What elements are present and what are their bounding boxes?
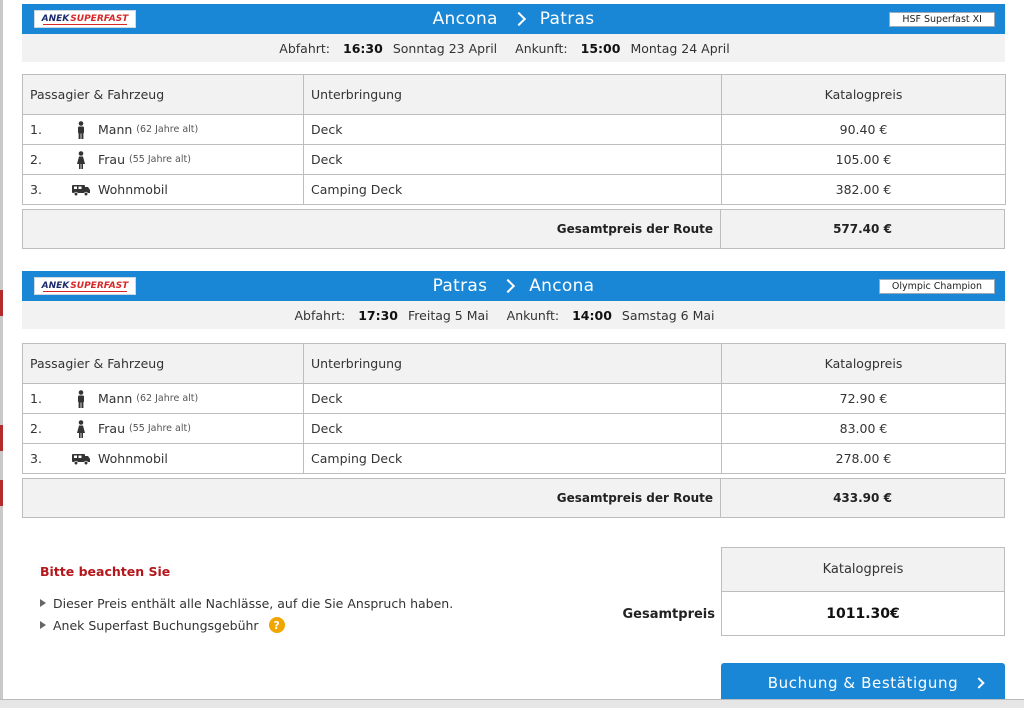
catalog-price: 382.00 €: [721, 174, 1006, 205]
catalog-price: 90.40 €: [721, 114, 1006, 145]
accommodation: Deck: [303, 413, 722, 444]
arrival-time: 15:00: [580, 40, 621, 56]
route-1-total-row: Gesamtpreis der Route 577.40 €: [22, 209, 1005, 249]
route-header: ANEK SUPERFAST Ancona Patras HSF Superfas…: [22, 4, 1005, 34]
passenger-age: (62 Jahre alt): [136, 393, 199, 404]
table-row: 1. Mann (62 Jahre alt) Deck 72.90 €: [22, 383, 1006, 414]
chevron-right-icon: [501, 278, 516, 294]
male-person-icon: [70, 389, 92, 408]
catalog-price: 83.00 €: [721, 413, 1006, 444]
bullet-triangle-icon: [40, 599, 46, 607]
accommodation: Deck: [303, 144, 722, 175]
table-header-row: Passagier & Fahrzeug Unterbringung Katal…: [22, 343, 1006, 384]
route-total-value: 577.40 €: [833, 222, 892, 236]
window-bottom-edge: [0, 699, 1024, 708]
route-total-label: Gesamtpreis der Route: [556, 222, 713, 236]
departure-date: Freitag 5 Mai: [408, 307, 489, 323]
passenger-age: (62 Jahre alt): [136, 124, 199, 135]
route-2-passenger-table: Passagier & Fahrzeug Unterbringung Katal…: [22, 343, 1006, 474]
arrival-time: 14:00: [572, 307, 612, 323]
passenger-age: (55 Jahre alt): [129, 154, 191, 165]
table-row: 2. Frau (55 Jahre alt) Deck 83.00 €: [22, 413, 1006, 444]
route-2-header-block: ANEK SUPERFAST Patras Ancona Olympic Cham…: [22, 271, 1005, 329]
camper-van-icon: [70, 184, 92, 196]
passenger-name: Frau: [98, 421, 126, 436]
column-header: Unterbringung: [303, 343, 722, 384]
help-icon[interactable]: ?: [268, 617, 285, 633]
female-person-icon: [70, 150, 92, 169]
catalog-price: 72.90 €: [721, 383, 1006, 414]
note-item: Anek Superfast Buchungsgebühr ?: [40, 614, 560, 636]
column-header: Passagier & Fahrzeug: [22, 343, 304, 384]
notes-title: Bitte beachten Sie: [40, 564, 171, 579]
ship-name-badge: Olympic Champion: [878, 279, 995, 294]
vehicle-name: Wohnmobil: [98, 451, 168, 466]
camper-van-icon: [70, 453, 92, 465]
notes-section: Bitte beachten Sie Dieser Preis enthält …: [40, 564, 560, 636]
column-header: Passagier & Fahrzeug: [22, 74, 304, 115]
route-destination: Ancona: [529, 276, 595, 296]
passenger-name: Mann: [98, 122, 133, 137]
grand-total-label: Gesamtpreis: [622, 606, 716, 622]
edge-marker: [0, 480, 3, 506]
departure-time: 17:30: [358, 307, 399, 323]
female-person-icon: [70, 419, 92, 438]
table-row: 3. Wohnmobil Camping Deck 278.00 €: [22, 443, 1006, 474]
route-2-total-row: Gesamtpreis der Route 433.90 €: [22, 478, 1005, 518]
chevron-right-icon: [973, 677, 985, 689]
table-row: 2. Frau (55 Jahre alt) Deck 105.00 €: [22, 144, 1006, 175]
arrival-date: Samstag 6 Mai: [621, 307, 715, 323]
table-header-row: Passagier & Fahrzeug Unterbringung Katal…: [22, 74, 1006, 115]
vehicle-name: Wohnmobil: [98, 182, 168, 197]
passenger-age: (55 Jahre alt): [129, 423, 191, 434]
edge-marker: [0, 290, 3, 316]
accommodation: Deck: [303, 114, 722, 145]
grand-total-value: 1011.30€: [826, 605, 900, 622]
ship-name-badge: HSF Superfast XI: [889, 12, 995, 27]
route-destination: Patras: [539, 9, 595, 29]
accommodation: Camping Deck: [303, 443, 722, 474]
departure-date: Sonntag 23 April: [392, 40, 498, 56]
route-origin: Patras: [432, 276, 488, 296]
route-total-label: Gesamtpreis der Route: [556, 491, 713, 505]
route-total-value: 433.90 €: [833, 491, 892, 505]
column-header: Unterbringung: [303, 74, 722, 115]
accommodation: Camping Deck: [303, 174, 722, 205]
grand-total-box: Katalogpreis 1011.30€: [721, 547, 1005, 636]
male-person-icon: [70, 120, 92, 139]
route-1-header-block: ANEK SUPERFAST Ancona Patras HSF Superfas…: [22, 4, 1005, 62]
grand-total-header: Katalogpreis: [722, 548, 1004, 592]
route-origin: Ancona: [432, 9, 498, 29]
table-row: 1. Mann (62 Jahre alt) Deck 90.40 €: [22, 114, 1006, 145]
passenger-name: Frau: [98, 152, 126, 167]
route-1-passenger-table: Passagier & Fahrzeug Unterbringung Katal…: [22, 74, 1006, 205]
note-item: Dieser Preis enthält alle Nachlässe, auf…: [40, 592, 560, 614]
booking-confirmation-button[interactable]: Buchung & Bestätigung: [721, 663, 1005, 703]
column-header: Katalogpreis: [721, 343, 1006, 384]
table-row: 3. Wohnmobil Camping Deck 382.00 €: [22, 174, 1006, 205]
column-header: Katalogpreis: [721, 74, 1006, 115]
left-edge-strip: [0, 0, 3, 708]
route-title: Patras Ancona: [22, 271, 1005, 301]
passenger-name: Mann: [98, 391, 133, 406]
chevron-right-icon: [511, 11, 526, 27]
edge-marker: [0, 425, 3, 451]
catalog-price: 278.00 €: [721, 443, 1006, 474]
route-header: ANEK SUPERFAST Patras Ancona Olympic Cham…: [22, 271, 1005, 301]
route-title: Ancona Patras: [22, 4, 1005, 34]
bullet-triangle-icon: [40, 621, 46, 629]
departure-arrival-bar: Abfahrt: 17:30 Freitag 5 Mai Ankunft: 14…: [22, 301, 1005, 329]
accommodation: Deck: [303, 383, 722, 414]
arrival-date: Montag 24 April: [630, 40, 730, 56]
departure-time: 16:30: [343, 40, 383, 56]
catalog-price: 105.00 €: [721, 144, 1006, 175]
departure-arrival-bar: Abfahrt: 16:30 Sonntag 23 April Ankunft:…: [22, 34, 1005, 62]
